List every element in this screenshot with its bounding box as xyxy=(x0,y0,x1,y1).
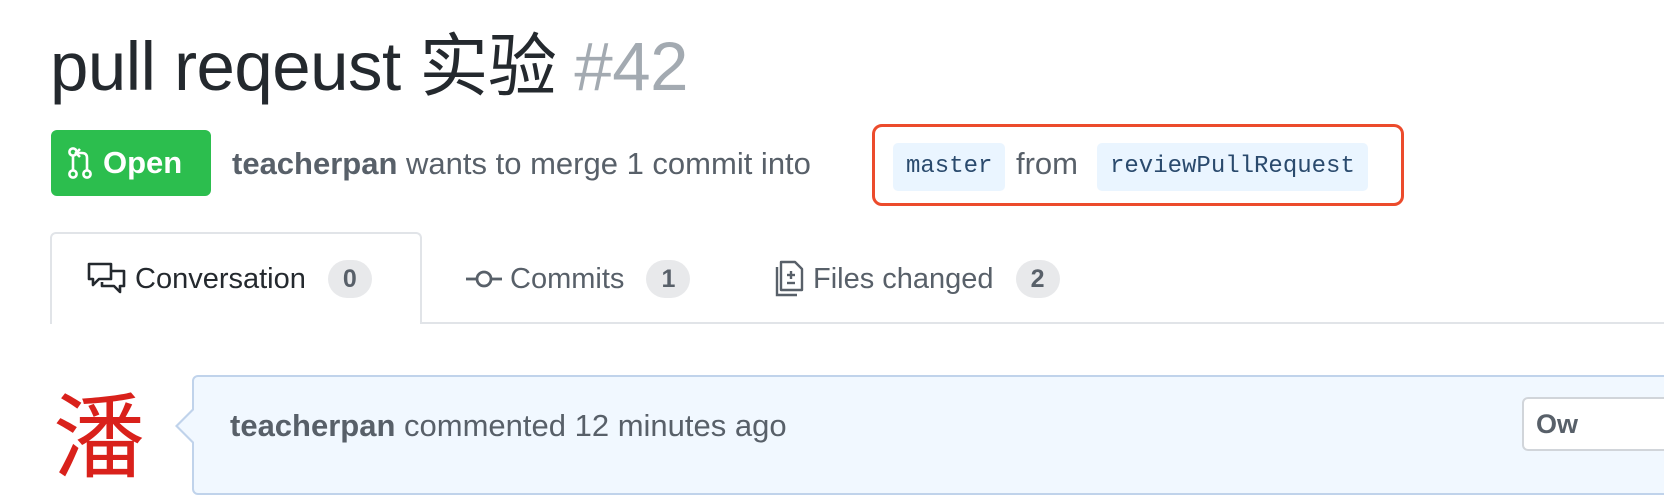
tab-conversation[interactable]: Conversation 0 xyxy=(87,256,372,302)
pr-title-text: pull reqeust 实验 xyxy=(50,28,557,105)
comment-header: teacherpan commented 12 minutes ago xyxy=(230,402,787,450)
git-commit-icon xyxy=(466,270,502,288)
branch-highlight-annotation xyxy=(872,124,1404,206)
comment-author-link[interactable]: teacherpan xyxy=(230,408,395,443)
pull-request-icon xyxy=(68,147,92,179)
pr-title: pull reqeust 实验 #42 xyxy=(50,22,689,112)
tab-files-changed[interactable]: Files changed 2 xyxy=(773,256,1060,302)
pr-author-link[interactable]: teacherpan xyxy=(232,146,397,181)
avatar[interactable]: 潘 xyxy=(52,384,146,486)
comment-pointer-fill xyxy=(178,410,194,442)
tab-commits-count: 1 xyxy=(646,260,691,298)
tab-conversation-count: 0 xyxy=(327,260,372,298)
tab-commits-label: Commits xyxy=(510,262,625,295)
tab-files-changed-count: 2 xyxy=(1015,260,1060,298)
comment-action: commented xyxy=(404,408,566,443)
comment-timestamp[interactable]: 12 minutes ago xyxy=(575,408,787,443)
pr-number: #42 xyxy=(574,28,689,105)
pr-meta: teacherpan wants to merge 1 commit into xyxy=(232,140,811,188)
status-badge: Open xyxy=(51,130,211,196)
tab-files-changed-label: Files changed xyxy=(813,262,994,295)
pr-meta-text: wants to merge 1 commit into xyxy=(406,146,811,181)
owner-badge: Ow xyxy=(1522,397,1664,451)
comment-discussion-icon xyxy=(87,262,126,294)
status-label: Open xyxy=(103,145,183,180)
file-diff-icon xyxy=(775,260,804,297)
tab-conversation-label: Conversation xyxy=(135,262,306,295)
tab-commits[interactable]: Commits 1 xyxy=(466,256,691,302)
